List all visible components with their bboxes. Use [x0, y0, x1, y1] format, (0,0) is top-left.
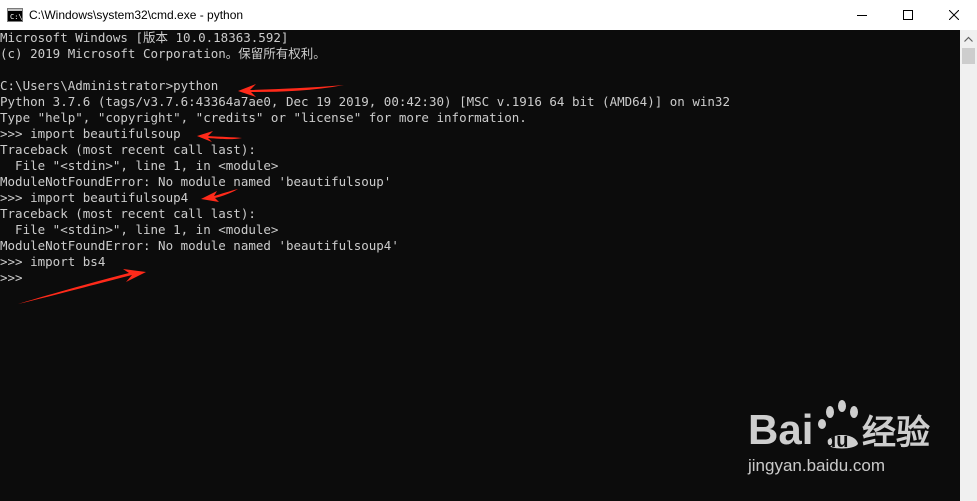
console-line: (c) 2019 Microsoft Corporation。保留所有权利。	[0, 46, 326, 61]
scrollbar-thumb[interactable]	[962, 48, 975, 64]
cmd-window: C:\ C:\Windows\system32\cmd.exe - python	[0, 0, 977, 501]
console-line: Traceback (most recent call last):	[0, 142, 256, 157]
minimize-icon	[857, 15, 867, 16]
scroll-up-button[interactable]	[960, 30, 977, 47]
console-line: ModuleNotFoundError: No module named 'be…	[0, 174, 392, 189]
maximize-button[interactable]	[885, 0, 931, 30]
console-line: ModuleNotFoundError: No module named 'be…	[0, 238, 399, 253]
baidu-jingyan-watermark: Bai du 经验 jingyan.baidu.com	[748, 398, 970, 486]
console-line: Microsoft Windows [版本 10.0.18363.592]	[0, 30, 289, 45]
chevron-up-icon	[964, 36, 973, 42]
console-line: >>> import beautifulsoup4	[0, 190, 189, 205]
svg-text:C:\: C:\	[10, 13, 23, 21]
console-line: Type "help", "copyright", "credits" or "…	[0, 110, 527, 125]
cmd-icon: C:\	[7, 7, 23, 23]
console-line: File "<stdin>", line 1, in <module>	[0, 222, 279, 237]
close-button[interactable]	[931, 0, 977, 30]
minimize-button[interactable]	[839, 0, 885, 30]
console-line: >>> import beautifulsoup	[0, 126, 181, 141]
console-line: C:\Users\Administrator>python	[0, 78, 219, 93]
console-line: File "<stdin>", line 1, in <module>	[0, 158, 279, 173]
console-prompt: >>>	[0, 270, 23, 285]
console-line: >>> import bs4	[0, 254, 106, 269]
close-icon	[949, 10, 959, 20]
console-line: Traceback (most recent call last):	[0, 206, 256, 221]
svg-text:Bai: Bai	[748, 406, 813, 453]
svg-text:du: du	[824, 430, 848, 452]
watermark-url: jingyan.baidu.com	[748, 456, 886, 475]
window-title: C:\Windows\system32\cmd.exe - python	[29, 8, 244, 22]
baidu-jingyan-logo: Bai du 经验	[748, 400, 930, 453]
svg-text:经验: 经验	[862, 413, 930, 453]
window-controls	[839, 0, 977, 30]
console-line: Python 3.7.6 (tags/v3.7.6:43364a7ae0, De…	[0, 94, 730, 109]
title-bar[interactable]: C:\ C:\Windows\system32\cmd.exe - python	[0, 0, 977, 30]
maximize-icon	[903, 10, 913, 20]
